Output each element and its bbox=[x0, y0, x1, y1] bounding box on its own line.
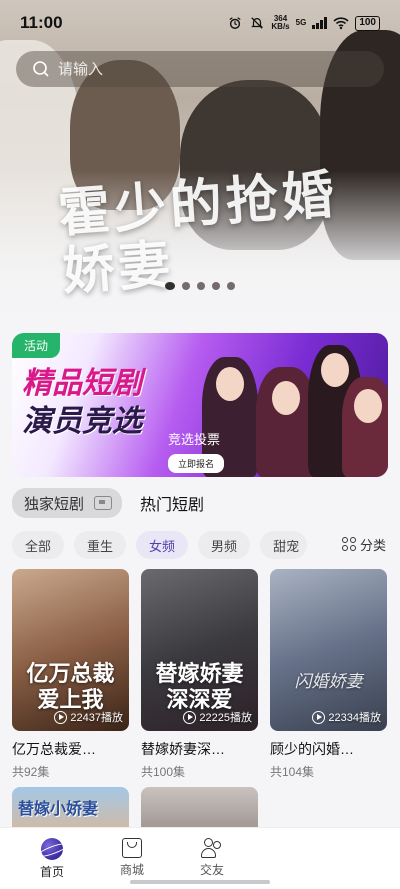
play-icon bbox=[312, 710, 326, 724]
cover-title: 亿万总裁爱上我 bbox=[26, 661, 115, 712]
section-tabs: 独家短剧 热门短剧 bbox=[12, 488, 204, 518]
promo-figure bbox=[256, 367, 316, 477]
play-count: 22225播放 bbox=[183, 709, 252, 725]
promo-subtitle: 竞选投票 bbox=[168, 432, 221, 447]
play-icon bbox=[54, 710, 68, 724]
drama-title[interactable]: 替嫁娇妻深… bbox=[141, 739, 258, 759]
drama-cover[interactable]: 替嫁娇妻深深爱 22225播放 bbox=[141, 569, 258, 731]
status-time: 11:00 bbox=[20, 13, 63, 32]
search-icon bbox=[33, 61, 49, 77]
planet-icon bbox=[41, 838, 63, 860]
category-label: 分类 bbox=[359, 537, 386, 553]
signal-icon bbox=[312, 17, 328, 29]
carousel-dot[interactable] bbox=[182, 282, 190, 290]
promo-figure bbox=[342, 377, 388, 477]
promo-banner[interactable]: 活动 精品短剧 演员竞选 竞选投票 立即报名 bbox=[12, 333, 388, 477]
drama-card[interactable]: 闪婚娇妻 22334播放 顾少的闪婚… 共104集 bbox=[270, 569, 387, 780]
carousel-indicator bbox=[0, 282, 400, 290]
tab-hot[interactable]: 热门短剧 bbox=[140, 491, 204, 515]
drama-cover[interactable]: 闪婚娇妻 22334播放 bbox=[270, 569, 387, 731]
carousel-dot[interactable] bbox=[165, 282, 175, 290]
category-button[interactable]: 分类 bbox=[325, 530, 400, 558]
status-bar: 11:00 364 KB/s 5G 100 bbox=[0, 0, 400, 46]
drama-card[interactable]: 替嫁娇妻深深爱 22225播放 替嫁娇妻深… 共100集 bbox=[141, 569, 258, 780]
episode-count: 共100集 bbox=[141, 765, 186, 779]
cover-title: 替嫁娇妻深深爱 bbox=[155, 661, 244, 712]
tab-exclusive[interactable]: 独家短剧 bbox=[12, 488, 123, 518]
wifi-icon bbox=[333, 17, 349, 30]
nav-home[interactable]: 首页 bbox=[12, 828, 92, 889]
carousel-dot[interactable] bbox=[212, 282, 220, 290]
drama-title[interactable]: 顾少的闪婚… bbox=[270, 739, 387, 759]
battery-icon: 100 bbox=[355, 15, 380, 31]
hero-banner[interactable]: 霍少的抢婚娇妻 bbox=[0, 0, 400, 330]
cover-title: 替嫁小娇妻 bbox=[18, 801, 99, 818]
nav-home-label: 首页 bbox=[39, 865, 64, 879]
net-speed: 364 KB/s bbox=[271, 14, 290, 31]
play-count: 22334播放 bbox=[312, 709, 381, 725]
drama-grid: 亿万总裁爱上我 22437播放 亿万总裁爱… 共92集 替嫁娇妻深深爱 2222… bbox=[12, 569, 388, 780]
nav-shop-label: 商城 bbox=[119, 863, 144, 877]
hero-title: 霍少的抢婚娇妻 bbox=[56, 164, 340, 303]
drama-card[interactable]: 亿万总裁爱上我 22437播放 亿万总裁爱… 共92集 bbox=[12, 569, 129, 780]
drama-cover[interactable]: 亿万总裁爱上我 22437播放 bbox=[12, 569, 129, 731]
chip-sweet[interactable]: 甜宠 bbox=[260, 531, 308, 559]
home-indicator bbox=[130, 880, 270, 884]
friends-icon bbox=[201, 838, 223, 858]
drama-title[interactable]: 亿万总裁爱… bbox=[12, 739, 129, 759]
play-icon bbox=[183, 710, 197, 724]
chip-female[interactable]: 女频 bbox=[136, 531, 189, 559]
alarm-icon bbox=[229, 17, 241, 29]
tv-icon bbox=[94, 496, 113, 510]
status-icons: 364 KB/s 5G 100 bbox=[227, 15, 380, 31]
genre-filter: 全部 重生 女频 男频 甜宠 分类 bbox=[12, 530, 400, 560]
mute-icon bbox=[251, 17, 264, 29]
play-count: 22437播放 bbox=[54, 709, 123, 725]
chip-all[interactable]: 全部 bbox=[12, 531, 65, 559]
signup-button[interactable]: 立即报名 bbox=[168, 454, 225, 473]
episode-count: 共104集 bbox=[270, 765, 315, 779]
promo-tag: 活动 bbox=[12, 333, 61, 358]
chip-male[interactable]: 男频 bbox=[198, 531, 251, 559]
episode-count: 共92集 bbox=[12, 765, 50, 779]
network-type: 5G bbox=[295, 18, 307, 27]
cover-title: 闪婚娇妻 bbox=[294, 672, 363, 691]
nav-friends-label: 交友 bbox=[199, 863, 224, 877]
search-bar[interactable] bbox=[16, 51, 384, 87]
carousel-dot[interactable] bbox=[197, 282, 205, 290]
promo-title: 精品短剧 演员竞选 bbox=[22, 367, 142, 438]
carousel-dot[interactable] bbox=[227, 282, 235, 290]
tab-exclusive-label: 独家短剧 bbox=[24, 495, 85, 513]
shop-bag-icon bbox=[122, 838, 142, 858]
chip-rebirth[interactable]: 重生 bbox=[74, 531, 127, 559]
category-icon bbox=[341, 537, 356, 551]
search-input[interactable] bbox=[58, 60, 358, 78]
